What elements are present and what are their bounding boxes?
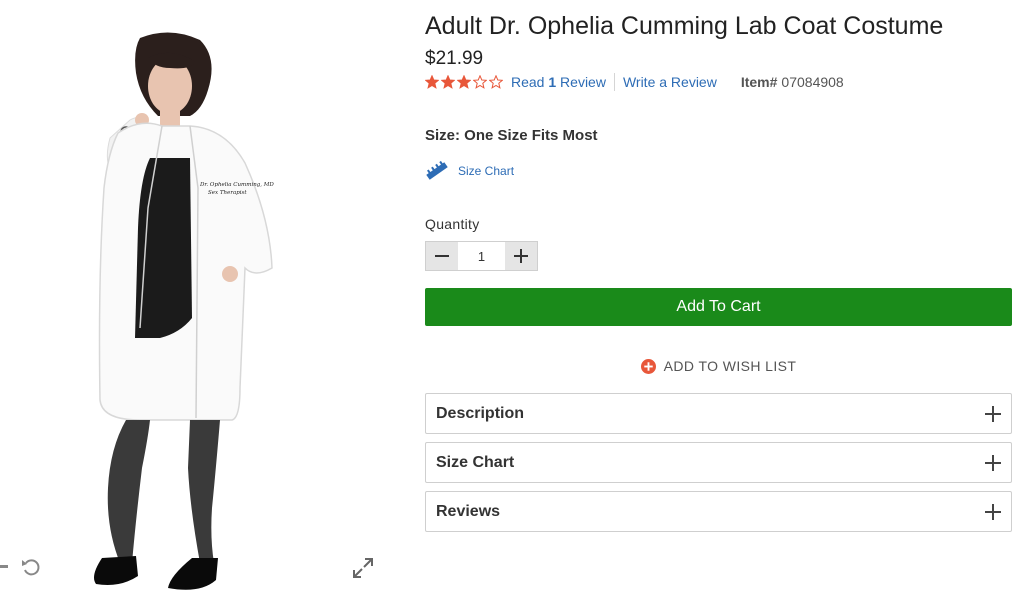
svg-text:Sex Therapist: Sex Therapist — [208, 190, 247, 196]
size-chart-label[interactable]: Size Chart — [458, 164, 514, 178]
coat-embroidery: Dr. Ophelia Cumming, MD — [199, 182, 274, 188]
accordion-title: Size Chart — [436, 453, 515, 471]
wishlist-label: ADD TO WISH LIST — [663, 358, 797, 374]
read-reviews-link[interactable]: Read 1 Review — [511, 74, 606, 90]
expand-icon[interactable] — [352, 557, 374, 579]
item-number: 07084908 — [781, 74, 844, 90]
star-filled-icon — [425, 75, 439, 89]
accordion-title: Reviews — [436, 502, 501, 520]
accordion-description[interactable]: Description — [425, 393, 1012, 434]
quantity-input[interactable] — [458, 242, 505, 270]
decrease-quantity-button[interactable] — [426, 242, 458, 270]
increase-quantity-button[interactable] — [505, 242, 537, 270]
ruler-icon — [426, 160, 448, 180]
product-title: Adult Dr. Ophelia Cumming Lab Coat Costu… — [425, 12, 944, 40]
rating-row: Read 1 Review Write a Review Item# 07084… — [425, 72, 844, 92]
quantity-label: Quantity — [425, 216, 480, 232]
star-empty-icon — [473, 75, 487, 89]
star-empty-icon — [489, 75, 503, 89]
star-filled-icon — [457, 75, 471, 89]
plus-icon — [985, 454, 1001, 471]
item-number-label: Item# — [740, 74, 778, 90]
plus-icon — [985, 503, 1001, 520]
product-image-area: Dr. Ophelia Cumming, MD Sex Therapist — [0, 0, 400, 596]
size-chart-link[interactable]: Size Chart — [425, 160, 514, 182]
add-to-cart-button[interactable]: Add To Cart — [425, 288, 1012, 326]
plus-icon — [514, 249, 528, 263]
plus-icon — [985, 405, 1001, 422]
rotate-icon[interactable] — [20, 556, 42, 578]
write-review-link[interactable]: Write a Review — [623, 74, 717, 90]
star-rating — [425, 75, 503, 89]
size-label: Size: One Size Fits Most — [425, 127, 598, 144]
product-price: $21.99 — [425, 48, 484, 69]
add-to-wishlist-button[interactable]: ADD TO WISH LIST — [425, 358, 1012, 374]
quantity-stepper — [425, 241, 538, 271]
add-circle-icon — [640, 358, 656, 374]
carousel-indicator — [0, 565, 8, 568]
product-photo: Dr. Ophelia Cumming, MD Sex Therapist — [94, 32, 274, 590]
star-filled-icon — [441, 75, 455, 89]
accordion-size-chart[interactable]: Size Chart — [425, 442, 1012, 483]
divider — [613, 73, 615, 91]
minus-icon — [435, 255, 449, 257]
accordion-reviews[interactable]: Reviews — [425, 491, 1012, 532]
accordion-title: Description — [436, 404, 525, 422]
